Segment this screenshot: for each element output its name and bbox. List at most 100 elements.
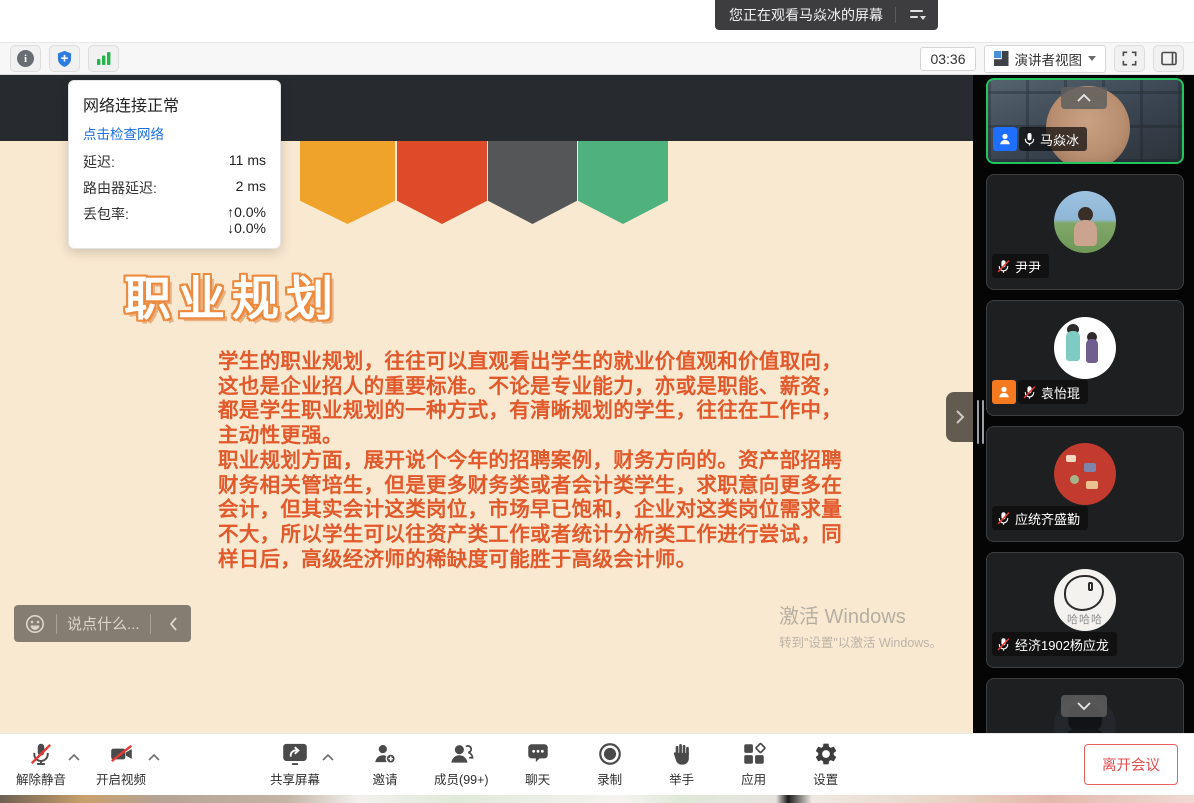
participant-tile-2[interactable]: 尹尹 [986,174,1184,290]
chat-button[interactable]: 聊天 [515,741,561,788]
router-latency-value: 2 ms [236,178,266,198]
meeting-timer: 03:36 [920,47,975,71]
slide-title: 职业规划 [124,260,340,329]
security-button[interactable] [49,45,80,72]
packet-loss-label: 丢包率: [83,204,129,236]
mic-muted-icon [28,741,54,767]
chat-quick-input[interactable]: 说点什么... [14,605,191,642]
chat-label: 聊天 [525,769,550,788]
participant-tile-5[interactable]: 哈哈哈 经济1902杨应龙 [986,552,1184,668]
participant-label: 应统齐盛勤 [992,506,1088,530]
mic-muted-icon [996,637,1011,652]
unmute-label: 解除静音 [16,769,66,788]
raise-hand-label: 举手 [669,769,694,788]
chat-input-placeholder[interactable]: 说点什么... [67,613,140,634]
record-label: 录制 [597,769,622,788]
leave-meeting-button[interactable]: 离开会议 [1084,744,1178,785]
participant-label: 马焱冰 [993,127,1087,151]
mic-muted-icon [996,511,1011,526]
avatar [1054,443,1116,505]
shield-plus-icon [56,50,73,68]
gear-icon [813,741,839,767]
watermark-line1: 激活 Windows [779,600,942,629]
view-mode-label: 演讲者视图 [1015,49,1083,69]
participant-name: 马焱冰 [1040,130,1079,149]
network-signal-button[interactable] [88,45,119,72]
camera-off-icon [108,741,135,767]
side-panel-toggle-button[interactable] [1153,45,1184,72]
participant-tile-4[interactable]: 应统齐盛勤 [986,426,1184,542]
participant-name: 袁怡琨 [1041,383,1080,402]
router-latency-label: 路由器延迟: [83,178,157,198]
view-mode-selector[interactable]: 演讲者视图 [984,45,1107,73]
network-status-title: 网络连接正常 [83,92,266,116]
packet-loss-values: ↑0.0% ↓0.0% [227,204,266,236]
settings-label: 设置 [813,769,838,788]
invite-person-icon [372,741,398,767]
bottom-toolbar: 解除静音 开启视频 共享屏幕 [0,733,1194,795]
sidebar-expander-tab[interactable] [946,392,973,442]
chevron-left-icon[interactable] [161,611,187,637]
packet-loss-up: ↑0.0% [227,204,266,220]
unmute-button[interactable]: 解除静音 [16,741,66,788]
meeting-app-window: 职业规划 学生的职业规划，往往可以直观看出学生的就业价值观和价值取向，这也是企业… [0,0,1194,803]
side-panel-icon [1160,50,1178,67]
members-button[interactable]: 成员(99+) [434,741,489,788]
share-screen-icon [280,741,310,767]
latency-value: 11 ms [229,152,266,172]
share-screen-button[interactable]: 共享屏幕 [270,741,320,788]
participant-label: 袁怡琨 [992,380,1088,404]
chevron-down-icon [1088,56,1096,61]
slide-paragraph-1: 学生的职业规划，往往可以直观看出学生的就业价值观和价值取向，这也是企业招人的重要… [218,350,854,449]
pennant-red [397,141,487,224]
role-badge-icon [992,380,1016,404]
raise-hand-button[interactable]: 举手 [659,741,705,788]
raise-hand-icon [669,741,695,767]
avatar-text: 哈哈哈 [1054,611,1116,627]
participant-label: 尹尹 [992,254,1049,278]
chat-bubble-icon [525,741,551,767]
desktop-strip [0,795,1194,803]
fullscreen-icon [1121,50,1138,67]
start-video-button[interactable]: 开启视频 [96,741,146,788]
apps-button[interactable]: 应用 [731,741,777,788]
participants-sidebar: 马焱冰 尹尹 [973,75,1194,733]
fullscreen-button[interactable] [1114,45,1145,72]
meeting-info-button[interactable]: i [10,45,41,72]
scroll-strip-chevron-down[interactable] [1061,695,1107,717]
collapse-strip-chevron-up[interactable] [1061,87,1107,109]
badge-menu-icon[interactable] [904,3,932,27]
settings-button[interactable]: 设置 [803,741,849,788]
invite-label: 邀请 [373,769,398,788]
packet-loss-down: ↓0.0% [227,220,266,236]
start-video-label: 开启视频 [96,769,146,788]
record-icon [597,741,623,767]
speaker-view-icon [994,51,1009,66]
audio-options-chevron[interactable] [68,754,80,761]
divider [150,614,151,634]
emoji-icon[interactable] [24,613,46,635]
info-icon: i [17,50,34,67]
avatar: 哈哈哈 [1054,569,1116,631]
mic-muted-icon [996,259,1011,274]
participant-label: 经济1902杨应龙 [992,632,1117,656]
participant-tile-3[interactable]: 袁怡琨 [986,300,1184,416]
check-network-link[interactable]: 点击检查网络 [83,123,266,143]
signal-bars-icon [96,51,112,66]
record-button[interactable]: 录制 [587,741,633,788]
packet-loss-row: 丢包率: ↑0.0% ↓0.0% [83,204,266,236]
router-latency-row: 路由器延迟: 2 ms [83,178,266,198]
participant-name: 尹尹 [1015,257,1041,276]
panel-drag-handle[interactable] [977,400,984,444]
members-label: 成员(99+) [434,769,489,788]
pennant-orange [300,141,395,224]
share-options-chevron[interactable] [322,754,334,761]
network-status-popup: 网络连接正常 点击检查网络 延迟: 11 ms 路由器延迟: 2 ms 丢包率:… [68,80,281,249]
slide-paragraph-2: 职业规划方面，展开说个今年的招聘案例，财务方向的。资产部招聘财务相关管培生，但是… [218,449,854,573]
video-options-chevron[interactable] [148,754,160,761]
mic-muted-icon [1022,385,1037,400]
invite-button[interactable]: 邀请 [362,741,408,788]
top-toolbar: i 03:36 演讲者视图 [0,42,1194,75]
role-badge-icon [993,127,1017,151]
latency-label: 延迟: [83,152,115,172]
